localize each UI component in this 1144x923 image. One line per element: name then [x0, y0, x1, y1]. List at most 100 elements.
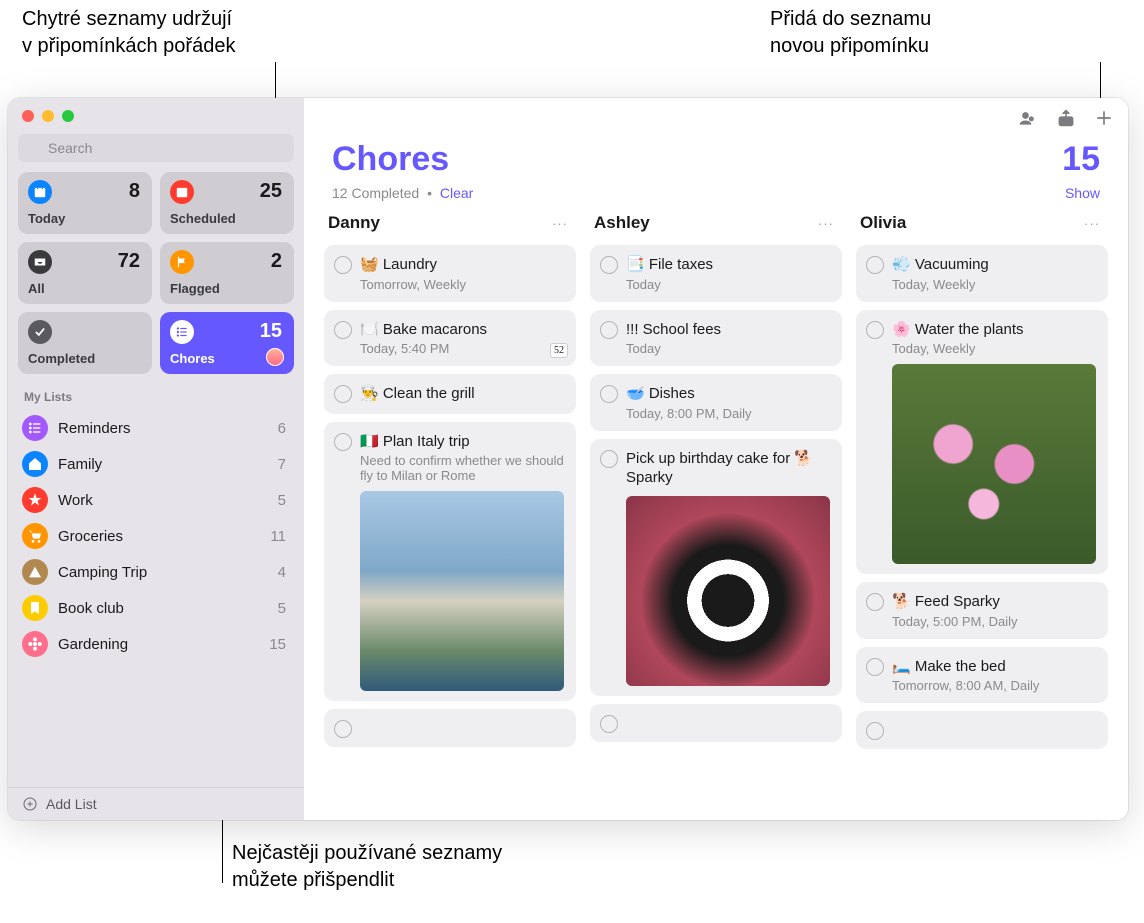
- minimize-button[interactable]: [42, 110, 54, 122]
- smart-count: 2: [271, 250, 282, 273]
- task-checkbox[interactable]: [600, 450, 618, 468]
- clear-button[interactable]: Clear: [440, 185, 473, 201]
- task-checkbox[interactable]: [866, 593, 884, 611]
- smart-card-completed[interactable]: Completed: [18, 312, 152, 374]
- smart-count: 25: [260, 180, 282, 203]
- task-checkbox[interactable]: [334, 256, 352, 274]
- sidebar-list-item[interactable]: Groceries 11: [8, 518, 304, 554]
- column-more-button[interactable]: ···: [1080, 216, 1104, 231]
- task-title: !!! School fees: [626, 320, 830, 340]
- search-input[interactable]: [18, 134, 294, 162]
- my-lists: Reminders 6 Family 7 Work 5 Groceries 11…: [8, 410, 304, 787]
- task-checkbox[interactable]: [334, 321, 352, 339]
- calendar-icon: [170, 180, 194, 204]
- task-card-empty[interactable]: [856, 711, 1108, 749]
- column-person: Danny: [328, 213, 380, 233]
- callout-smart-lists: Chytré seznamy udržují v připomínkách po…: [22, 6, 235, 60]
- task-checkbox[interactable]: [334, 720, 352, 738]
- toolbar: [304, 98, 1128, 138]
- task-checkbox[interactable]: [866, 722, 884, 740]
- list-header: Chores 15: [304, 138, 1128, 185]
- smart-label: Flagged: [170, 281, 220, 296]
- checkmark-icon: [28, 320, 52, 344]
- task-card[interactable]: 📑 File taxesToday: [590, 245, 842, 302]
- task-card[interactable]: !!! School feesToday: [590, 310, 842, 367]
- column: Danny ··· 🧺 Laundry Tomorrow, Weekly 🍽️ Ba…: [324, 211, 576, 810]
- column-more-button[interactable]: ···: [814, 216, 838, 231]
- list-name: Gardening: [58, 636, 269, 653]
- task-title: Pick up birthday cake for 🐕 Sparky: [626, 449, 830, 488]
- task-card[interactable]: 🌸 Water the plantsToday, Weekly: [856, 310, 1108, 575]
- task-subtitle: Tomorrow, Weekly: [360, 277, 564, 292]
- task-checkbox[interactable]: [600, 256, 618, 274]
- list-name: Camping Trip: [58, 564, 278, 581]
- list-count: 6: [278, 420, 286, 437]
- task-checkbox[interactable]: [334, 385, 352, 403]
- list-icon: [170, 320, 194, 344]
- smart-label: Today: [28, 211, 65, 226]
- show-button[interactable]: Show: [1065, 185, 1100, 201]
- sidebar-list-item[interactable]: Reminders 6: [8, 410, 304, 446]
- sidebar-list-item[interactable]: Book club 5: [8, 590, 304, 626]
- task-image: [892, 364, 1096, 564]
- list-name: Reminders: [58, 420, 278, 437]
- smart-card-flagged[interactable]: 2 Flagged: [160, 242, 294, 304]
- sidebar-list-item[interactable]: Work 5: [8, 482, 304, 518]
- smart-card-scheduled[interactable]: 25 Scheduled: [160, 172, 294, 234]
- collaborate-icon[interactable]: [1018, 108, 1038, 128]
- smart-count: 8: [129, 180, 140, 203]
- task-subtitle: Today, 5:40 PM: [360, 341, 564, 356]
- task-checkbox[interactable]: [866, 256, 884, 274]
- smart-card-all[interactable]: 72 All: [18, 242, 152, 304]
- my-lists-header: My Lists: [8, 374, 304, 410]
- add-list-button[interactable]: Add List: [8, 787, 304, 820]
- task-card[interactable]: 🧺 Laundry Tomorrow, Weekly: [324, 245, 576, 302]
- sidebar-list-item[interactable]: Family 7: [8, 446, 304, 482]
- task-checkbox[interactable]: [600, 715, 618, 733]
- list-count: 5: [278, 492, 286, 509]
- task-subtitle: Need to confirm whether we should fly to…: [360, 453, 564, 483]
- task-card-empty[interactable]: [590, 704, 842, 742]
- list-count: 4: [278, 564, 286, 581]
- plus-circle-icon: [22, 796, 38, 812]
- task-card[interactable]: 💨 VacuumingToday, Weekly: [856, 245, 1108, 302]
- task-checkbox[interactable]: [600, 321, 618, 339]
- task-checkbox[interactable]: [600, 385, 618, 403]
- task-card[interactable]: 🍽️ Bake macaronsToday, 5:40 PM52: [324, 310, 576, 367]
- list-icon: [22, 487, 48, 513]
- smart-lists-grid: 8 Today 25 Scheduled 72 All: [8, 172, 304, 374]
- smart-count: 15: [260, 320, 282, 343]
- task-title: 🧺 Laundry: [360, 255, 564, 275]
- column-more-button[interactable]: ···: [548, 216, 572, 231]
- list-icon: [22, 631, 48, 657]
- task-subtitle: Today, 8:00 PM, Daily: [626, 406, 830, 421]
- smart-label: Scheduled: [170, 211, 236, 226]
- task-card[interactable]: Pick up birthday cake for 🐕 Sparky: [590, 439, 842, 696]
- sidebar-list-item[interactable]: Camping Trip 4: [8, 554, 304, 590]
- task-checkbox[interactable]: [866, 658, 884, 676]
- smart-card-chores[interactable]: 15 Chores: [160, 312, 294, 374]
- list-name: Groceries: [58, 528, 270, 545]
- maximize-button[interactable]: [62, 110, 74, 122]
- task-card[interactable]: 🥣 DishesToday, 8:00 PM, Daily: [590, 374, 842, 431]
- task-image: [360, 491, 564, 691]
- task-card[interactable]: 👨‍🍳 Clean the grill: [324, 374, 576, 414]
- task-card[interactable]: 🛏️ Make the bedTomorrow, 8:00 AM, Daily: [856, 647, 1108, 704]
- columns: Danny ··· 🧺 Laundry Tomorrow, Weekly 🍽️ Ba…: [304, 211, 1128, 820]
- add-icon[interactable]: [1094, 108, 1114, 128]
- task-card-empty[interactable]: [324, 709, 576, 747]
- task-subtitle: Today, Weekly: [892, 277, 1096, 292]
- task-checkbox[interactable]: [866, 321, 884, 339]
- list-name: Work: [58, 492, 278, 509]
- share-icon[interactable]: [1056, 108, 1076, 128]
- smart-card-today[interactable]: 8 Today: [18, 172, 152, 234]
- task-card[interactable]: 🇮🇹 Plan Italy tripNeed to confirm whethe…: [324, 422, 576, 702]
- titlebar: [8, 98, 304, 134]
- task-title: 📑 File taxes: [626, 255, 830, 275]
- list-title: Chores: [332, 140, 449, 179]
- task-card[interactable]: 🐕 Feed SparkyToday, 5:00 PM, Daily: [856, 582, 1108, 639]
- task-checkbox[interactable]: [334, 433, 352, 451]
- close-button[interactable]: [22, 110, 34, 122]
- reminders-window: 8 Today 25 Scheduled 72 All: [8, 98, 1128, 820]
- sidebar-list-item[interactable]: Gardening 15: [8, 626, 304, 662]
